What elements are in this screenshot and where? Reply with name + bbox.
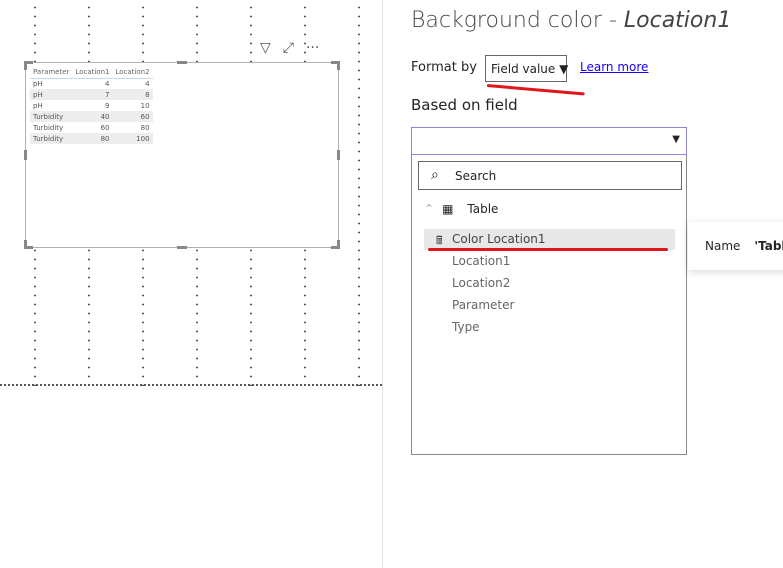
field-label: Location1 — [452, 254, 511, 268]
learn-more-link[interactable]: Learn more — [580, 60, 648, 74]
filter-icon[interactable]: ▽ — [260, 40, 271, 56]
resize-handle[interactable] — [337, 150, 340, 160]
data-table: Parameter Location1 Location2 pH 4 4 pH 7 8 pH… — [30, 67, 153, 144]
format-by-value: Field value — [491, 62, 556, 76]
table-cell: pH — [30, 89, 73, 100]
table-cell: 9 — [105, 101, 110, 110]
search-input[interactable]: ⌕ Search — [418, 161, 682, 190]
resize-handle[interactable] — [177, 61, 187, 64]
field-item[interactable]: Type — [424, 317, 675, 338]
table-row: pH 9 10 — [30, 100, 153, 111]
column-header[interactable]: Parameter — [30, 67, 73, 79]
dialog-title: Background color - Location1 — [411, 8, 731, 33]
tooltip-value: 'Table' — [754, 239, 783, 253]
field-item[interactable]: 🖩 Color Location1 — [424, 229, 675, 250]
field-label: Location2 — [452, 276, 511, 290]
annotation-underline — [486, 84, 585, 96]
resize-handle[interactable] — [337, 240, 340, 249]
annotation-underline — [428, 248, 668, 251]
table-row: Turbidity 60 80 — [30, 122, 153, 133]
field-item[interactable]: Location2 — [424, 273, 675, 294]
format-by-dropdown[interactable]: Field value ▼ — [485, 55, 569, 82]
based-on-field-label: Based on field — [411, 96, 518, 114]
caret-down-icon: ▼ — [559, 62, 569, 76]
field-label: Type — [452, 320, 480, 334]
field-item[interactable]: Parameter — [424, 295, 675, 316]
table-cell: 80 — [72, 133, 113, 144]
table-row: pH 7 8 — [30, 89, 153, 100]
resize-handle[interactable] — [177, 246, 187, 249]
field-list: ⌕ Search ⌃ ▦ Table 🖩 Color Location1 Locatio… — [411, 155, 687, 455]
table-node[interactable]: ⌃ ▦ Table — [424, 202, 498, 216]
table-cell: 7 — [72, 89, 113, 100]
table-cell: Turbidity — [33, 123, 64, 132]
table-visual[interactable]: Parameter Location1 Location2 pH 4 4 pH 7 8 pH… — [25, 62, 339, 248]
search-placeholder: Search — [455, 169, 497, 183]
resize-handle[interactable] — [24, 61, 27, 70]
format-by-label: Format by — [411, 60, 477, 75]
based-on-field-dropdown[interactable]: ▼ — [411, 127, 687, 155]
resize-handle[interactable] — [24, 150, 27, 160]
field-label: Color Location1 — [452, 232, 546, 246]
table-cell: 60 — [100, 123, 110, 132]
table-icon: ▦ — [442, 202, 454, 216]
table-cell: pH — [33, 101, 43, 110]
field-item[interactable]: Location1 — [424, 251, 675, 272]
table-cell: 4 — [145, 79, 150, 88]
table-cell: 10 — [140, 101, 150, 110]
more-options-icon[interactable]: ··· — [306, 40, 319, 56]
chevron-up-icon[interactable]: ⌃ — [424, 202, 434, 216]
resize-handle[interactable] — [337, 61, 340, 70]
resize-handle[interactable] — [24, 240, 27, 249]
title-field: Location1 — [623, 8, 732, 33]
table-cell: 60 — [112, 111, 153, 122]
column-header[interactable]: Location1 — [72, 67, 113, 79]
table-row: pH 4 4 — [30, 78, 153, 89]
tooltip-label: Name — [705, 239, 741, 253]
table-name: Table — [467, 202, 499, 216]
field-tooltip: Name 'Table' — [688, 222, 783, 270]
search-icon: ⌕ — [431, 167, 439, 183]
table-cell: Turbidity — [30, 111, 73, 122]
table-row: Turbidity 40 60 — [30, 111, 153, 122]
table-cell: Turbidity — [30, 133, 73, 144]
visual-header: ▽ ⤢ ··· — [260, 40, 319, 56]
pane-divider — [382, 0, 383, 568]
table-cell: 80 — [140, 123, 150, 132]
column-header[interactable]: Location2 — [112, 67, 153, 79]
table-cell: 40 — [72, 111, 113, 122]
table-cell: 8 — [112, 89, 153, 100]
field-label: Parameter — [452, 298, 515, 312]
table-cell: 4 — [105, 79, 110, 88]
table-cell: 100 — [112, 133, 153, 144]
table-cell: pH — [33, 79, 43, 88]
focus-mode-icon[interactable]: ⤢ — [283, 40, 294, 56]
title-text: Background color - — [411, 8, 624, 33]
caret-down-icon: ▼ — [672, 134, 680, 145]
table-row: Turbidity 80 100 — [30, 133, 153, 144]
